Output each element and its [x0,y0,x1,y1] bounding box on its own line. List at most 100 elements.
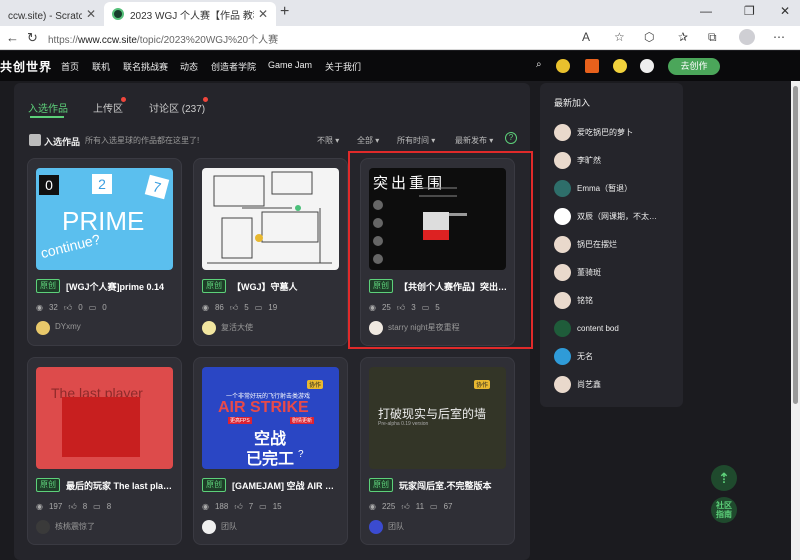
nav-academy[interactable]: 创造者学院 [211,60,256,73]
project-thumbnail[interactable]: 协作 打破现实与后室的墙 Pre-alpha 0.19 version [369,367,506,469]
page-scrollbar-thumb[interactable] [793,86,798,404]
url-field[interactable]: https://www.ccw.site/topic/2023%20WGJ%20… [48,31,278,46]
author-name[interactable]: DYxmy [55,322,81,331]
project-card[interactable]: The last player 原创 最后的玩家 The last pla… ◉… [27,357,182,545]
comments-count: 15 [272,502,282,511]
create-button[interactable]: 去创作 [668,58,720,75]
tab-close-icon[interactable]: ✕ [86,7,96,21]
tab-upload-area[interactable]: 上传区 [93,100,123,115]
member-item[interactable]: 尚艺鑫 [554,375,601,393]
search-icon[interactable]: ⌕ [536,59,542,70]
member-item[interactable]: 爱吃锅巴的萝卜 [554,123,633,141]
new-tab-button[interactable]: + [280,3,289,21]
author-name[interactable]: 团队 [388,521,404,532]
refresh-icon[interactable]: ↻ [27,30,38,46]
nav-multiplayer[interactable]: 联机 [92,60,110,73]
sort-dropdown[interactable]: 最新发布 ▾ [455,135,493,146]
member-avatar [554,151,571,169]
author-avatar[interactable] [369,520,383,534]
browser-tab-bar: ccw.site) - Scratch, 游… ✕ 2023 WGJ 个人赛【作… [0,0,800,26]
back-icon[interactable]: ← [6,30,19,45]
project-card[interactable]: 协作 一个非常好玩的飞行射击类游戏 AIR STRIKE 更高FPS 剧情更新 … [193,357,348,545]
original-badge: 原创 [36,478,60,492]
author-name[interactable]: 复活大使 [221,322,253,333]
project-card[interactable]: 协作 打破现实与后室的墙 Pre-alpha 0.19 version 原创 玩… [360,357,515,545]
user-avatar[interactable] [640,59,654,73]
favorite-icon[interactable]: ☆ [614,30,625,44]
url-scheme: https:// [48,35,79,46]
views-count: 86 [214,303,224,312]
member-item[interactable]: Emma（暂退） [554,179,632,197]
tab-close-icon[interactable]: ✕ [258,7,268,21]
minimize-button[interactable]: — [700,4,712,18]
nav-about[interactable]: 关于我们 [325,60,361,73]
member-item[interactable]: content bod [554,319,619,337]
read-aloud-icon[interactable]: A [582,30,590,44]
mail-icon[interactable] [585,59,599,73]
project-thumbnail[interactable]: 0 2 7 PRIME continue? [36,168,173,270]
project-thumbnail[interactable]: The last player [36,367,173,469]
thumb-digit: 2 [92,174,112,194]
project-title[interactable]: 【WGJ】守墓人 [232,280,342,293]
profile-avatar[interactable] [739,29,755,45]
nav-home[interactable]: 首页 [61,60,79,73]
filter-category-dropdown[interactable]: 全部 ▾ [357,135,379,146]
member-item[interactable]: 双辰（网课期，不太… [554,207,657,225]
project-thumbnail[interactable]: 协作 一个非常好玩的飞行射击类游戏 AIR STRIKE 更高FPS 剧情更新 … [202,367,339,469]
filter-type-dropdown[interactable]: 不限 ▾ [317,135,339,146]
author-avatar[interactable] [202,321,216,335]
project-title[interactable]: [GAMEJAM] 空战 AIR … [232,479,342,492]
extensions-icon[interactable]: ⬡ [644,30,654,44]
back-to-top-button[interactable]: ⇡ [711,465,737,491]
site-logo[interactable]: 共创世界 [0,58,52,75]
member-name: 李旷然 [577,155,601,165]
member-name: 双辰（网课期，不太… [577,211,657,221]
project-card[interactable]: 0 2 7 PRIME continue? 原创 [WGJ个人赛]prime 0… [27,158,182,346]
coin-icon[interactable] [556,59,570,73]
thumb-block [62,397,140,457]
community-guide-button[interactable]: 社区 指南 [711,497,737,523]
author-name[interactable]: 团队 [221,521,237,532]
comments-icon: ▭ [430,502,438,511]
member-item[interactable]: 董骑斑 [554,263,601,281]
author-avatar[interactable] [36,321,50,335]
nav-challenge[interactable]: 联名挑战赛 [123,60,168,73]
tab-discussion[interactable]: 讨论区 (237) [149,100,205,115]
project-title[interactable]: 最后的玩家 The last pla… [66,479,176,492]
author-name[interactable]: 核桃震惊了 [55,521,95,532]
views-icon: ◉ [202,303,209,312]
more-menu-icon[interactable]: ⋯ [773,30,785,44]
project-card[interactable]: 原创 【WGJ】守墓人 ◉ 86 👍︎ 5 ▭ 19 复活大使 [193,158,348,346]
address-bar: ← ↻ https://www.ccw.site/topic/2023%20WG… [0,26,800,50]
browser-tab[interactable]: ccw.site) - Scratch, 游… ✕ [0,2,104,26]
project-stats: ◉ 197 👍︎ 8 ▭ 8 [36,502,111,512]
author-avatar[interactable] [36,520,50,534]
likes-icon: 👍︎ [229,303,239,312]
thumb-title: PRIME [62,206,145,236]
tab-selected-works[interactable]: 入选作品 [28,100,68,115]
help-icon[interactable]: ? [505,132,517,144]
favorites-bar-icon[interactable]: ✰ [678,30,688,44]
tab-title: ccw.site) - Scratch, 游… [8,10,82,22]
member-item[interactable]: 锅巴在摆烂 [554,235,617,253]
author-avatar[interactable] [202,520,216,534]
member-avatar [554,347,571,365]
member-item[interactable]: 李旷然 [554,151,601,169]
project-title[interactable]: 玩家闯后室.不完整版本 [399,479,509,492]
project-title[interactable]: [WGJ个人赛]prime 0.14 [66,280,176,293]
nav-feed[interactable]: 动态 [180,60,198,73]
project-thumbnail[interactable] [202,168,339,270]
collab-badge: 协作 [473,380,490,389]
likes-icon: 👍︎ [68,502,77,511]
thumb-title: 打破现实与后室的墙 [378,407,487,421]
nav-gamejam[interactable]: Game Jam [268,60,312,70]
browser-tab-active[interactable]: 2023 WGJ 个人赛【作品 教程 玩 ✕ [104,2,276,26]
thumb-question: ? [298,449,304,460]
lightbulb-icon[interactable] [613,59,627,73]
filter-time-dropdown[interactable]: 所有时间 ▾ [397,135,435,146]
member-item[interactable]: 无名 [554,347,593,365]
collections-icon[interactable]: ⧉ [708,30,717,45]
restore-button[interactable]: ❐ [744,4,755,18]
close-window-button[interactable]: ✕ [780,4,790,18]
member-item[interactable]: 铭铭 [554,291,593,309]
